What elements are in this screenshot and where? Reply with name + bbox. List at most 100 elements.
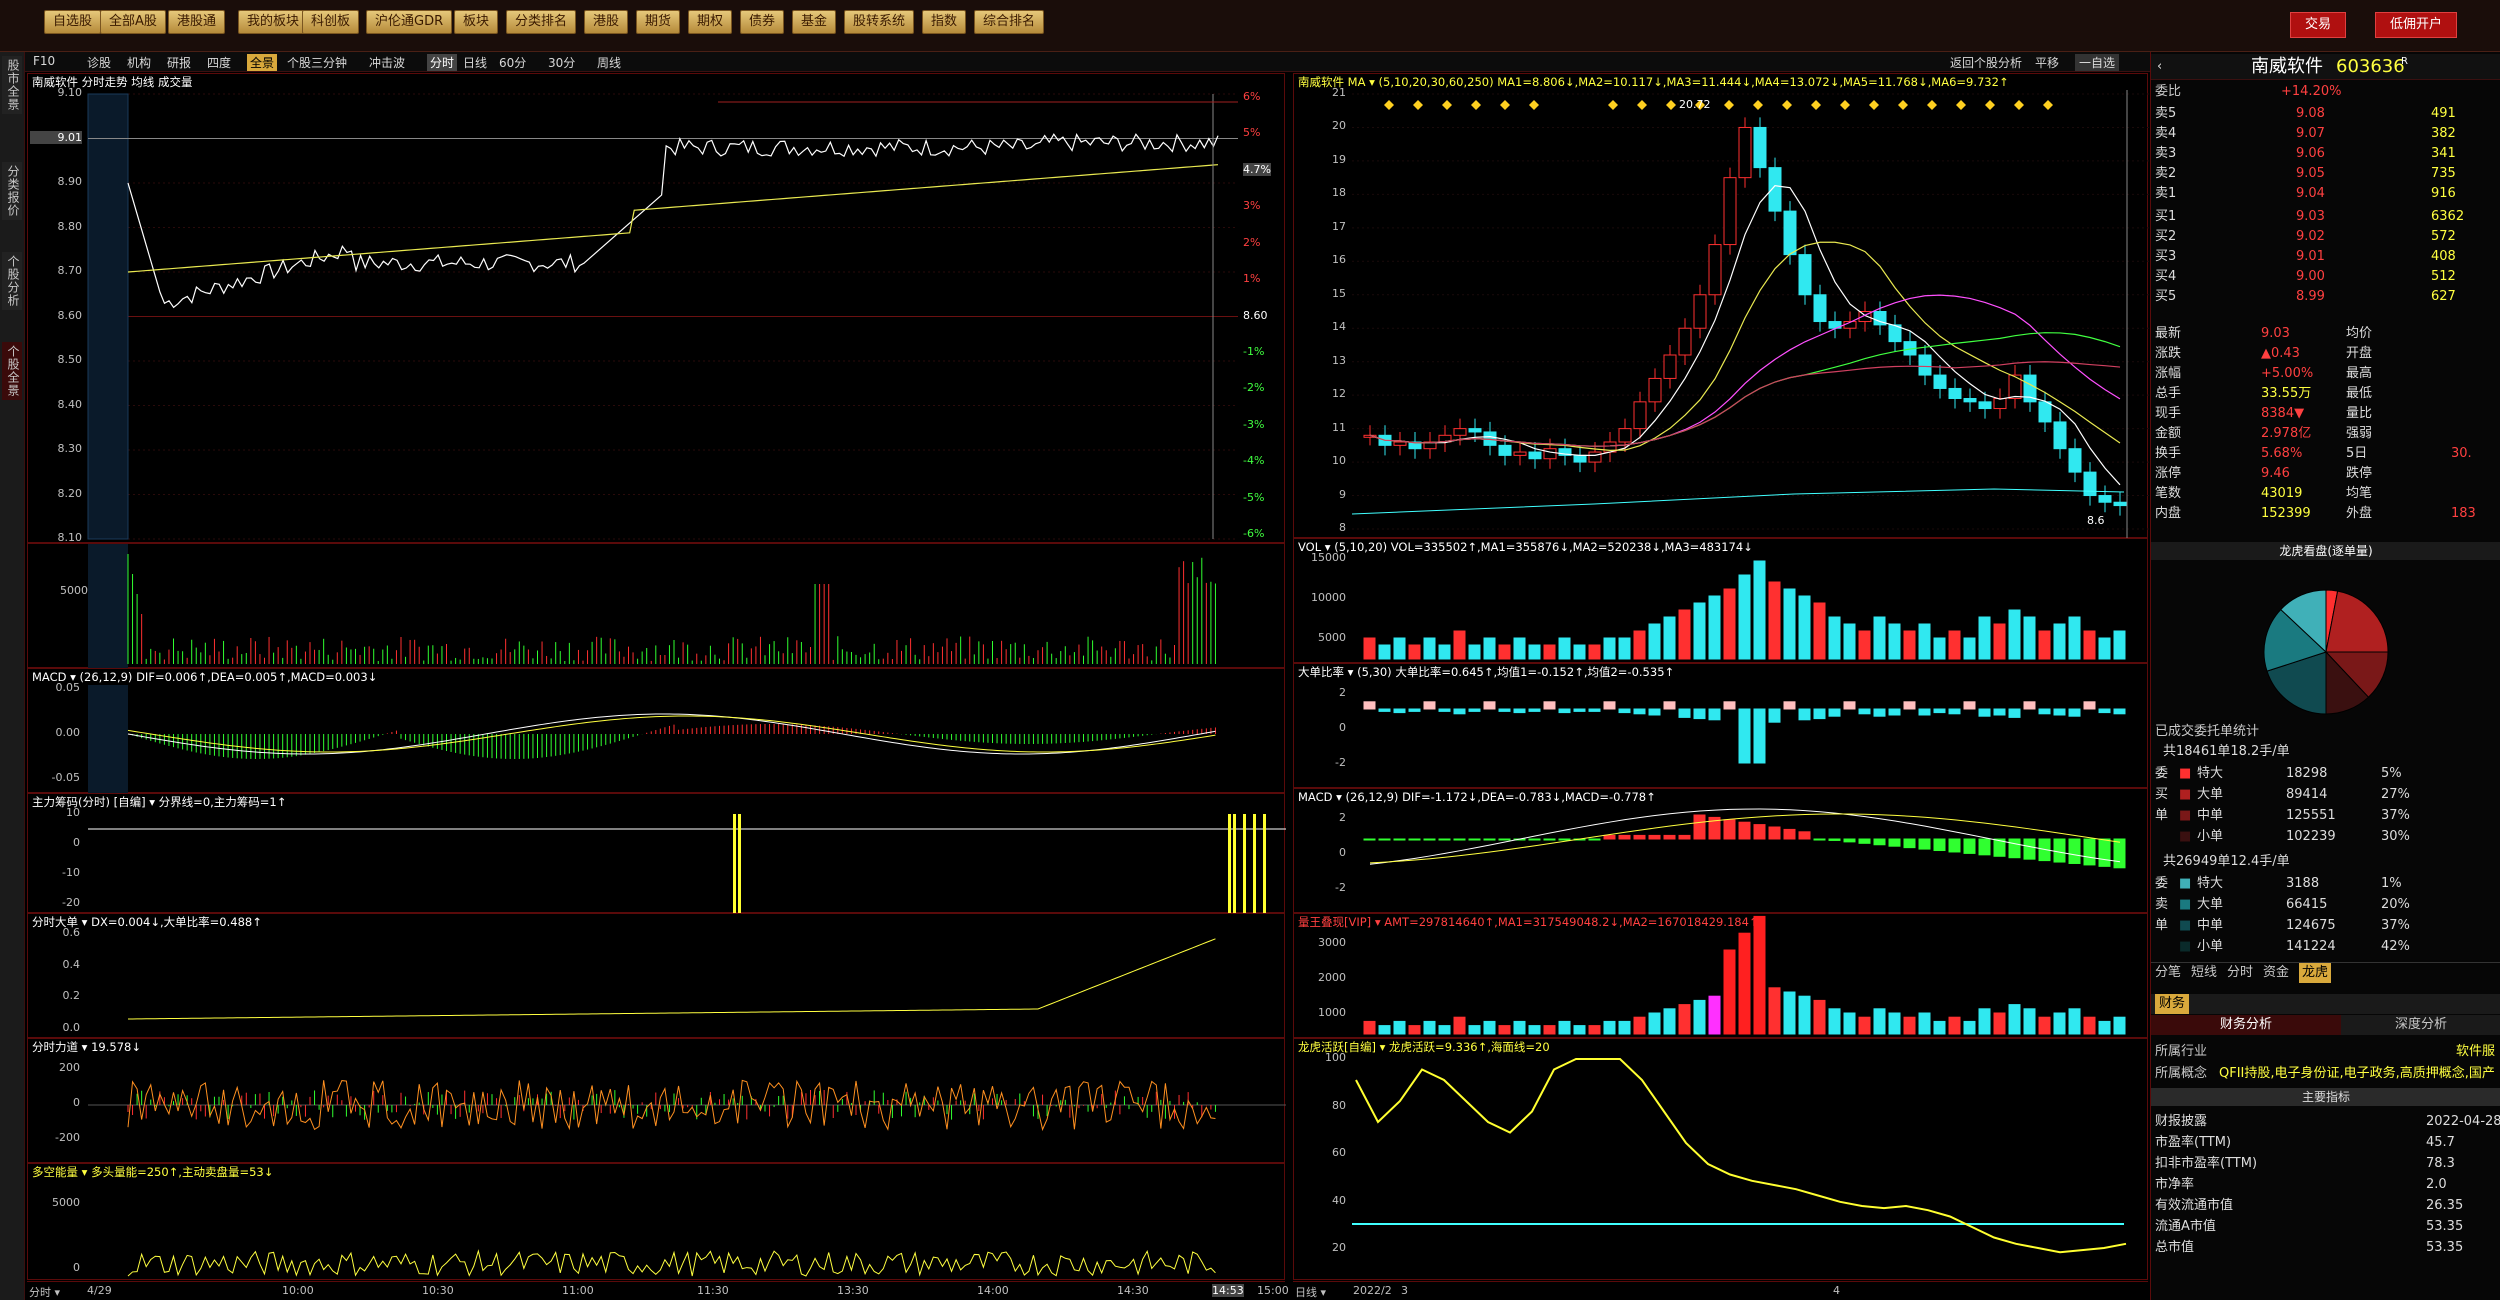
top-toolbar: 自选股 全部A股 港股通 我的板块 科创板 沪伦通GDR 板块 分类排名 港股 期货 期权 债券 基金股…	[0, 0, 2500, 52]
macd-bar	[1378, 838, 1391, 841]
period-tab[interactable]: 日线	[463, 54, 487, 71]
vtab-market-overview[interactable]: 股市全景	[2, 56, 22, 114]
main-chips-chart[interactable]	[28, 794, 1286, 914]
finance-tab[interactable]: 财务	[2155, 994, 2190, 1014]
deep-analysis-tab[interactable]: 深度分析	[2341, 1015, 2500, 1035]
chip-bar	[738, 814, 741, 914]
pan-button[interactable]: 平移	[2035, 54, 2059, 71]
toolbar-button[interactable]: 全部A股	[100, 10, 166, 34]
daily-bigorder-chart[interactable]	[1294, 664, 2149, 789]
vtab-stock-panorama[interactable]: 个股全景	[2, 342, 22, 400]
bigorder-bar	[1963, 701, 1976, 710]
volume-bar	[1468, 644, 1481, 660]
watchlist-dropdown[interactable]: 一自选	[2075, 54, 2120, 71]
ask-row-cell: 9.07	[2296, 126, 2325, 141]
bid-row-cell: 627	[2431, 289, 2456, 304]
lw-bar	[1843, 1012, 1856, 1035]
toolbar-button[interactable]: 科创板	[302, 10, 360, 34]
toolbar-button[interactable]: 期货	[636, 10, 681, 34]
daily-lw-chart[interactable]	[1294, 914, 2149, 1039]
tab-短线[interactable]: 短线	[2191, 963, 2217, 983]
toolbar-button[interactable]: 板块	[454, 10, 499, 34]
lw-bar	[1573, 1025, 1586, 1035]
axis-tick: 0	[1339, 846, 1346, 859]
vtab-stock-analysis[interactable]: 个股分析	[2, 252, 22, 310]
candle-body	[1768, 167, 1782, 212]
volume-bar	[1378, 644, 1391, 660]
subtab[interactable]: 研报	[167, 54, 191, 71]
chip-bar	[1233, 814, 1236, 914]
bid-row-cell: 买1	[2155, 209, 2177, 224]
order-row-cell: 中单	[2197, 918, 2224, 933]
order-row-cell: 大单	[2197, 897, 2224, 912]
order-row-cell: 1%	[2381, 876, 2402, 891]
subtab[interactable]: 机构	[127, 54, 151, 71]
time-label: 11:30	[697, 1284, 729, 1297]
bid-row: 买2 9.02 572	[2151, 227, 2500, 247]
order-row-cell: ■	[2179, 766, 2192, 781]
toolbar-button[interactable]: 我的板块	[238, 10, 309, 34]
time-label[interactable]: 日线 ▾	[1295, 1284, 1326, 1300]
daily-kline-chart[interactable]	[1294, 74, 2149, 539]
ask-row-cell: 卖1	[2155, 186, 2177, 201]
time-label[interactable]: 分时 ▾	[29, 1284, 60, 1300]
intraday-macd-chart[interactable]	[28, 669, 1286, 794]
subtab[interactable]: 个股三分钟	[287, 54, 347, 71]
volume-bar	[1903, 630, 1916, 660]
toolbar-button[interactable]: 期权	[688, 10, 733, 34]
subtab[interactable]: 冲击波	[369, 54, 405, 71]
period-tab[interactable]: 30分	[548, 54, 575, 71]
tab-资金[interactable]: 资金	[2263, 963, 2289, 983]
bigorder-bar	[1978, 708, 1991, 717]
toolbar-button[interactable]: 港股	[584, 10, 629, 34]
toolbar-button[interactable]: 自选股	[44, 10, 102, 34]
daily-vol-chart[interactable]	[1294, 539, 2149, 664]
daily-lh-chart[interactable]	[1294, 1039, 2149, 1281]
toolbar-button[interactable]: 股转系统	[844, 10, 915, 34]
long-energy-line	[127, 1249, 1216, 1277]
period-tab[interactable]: 60分	[499, 54, 526, 71]
tab-分笔[interactable]: 分笔	[2155, 963, 2181, 983]
force-chart[interactable]	[28, 1039, 1286, 1164]
lw-bar	[1948, 1016, 1961, 1035]
period-tab[interactable]: 分时	[427, 54, 458, 71]
period-tab[interactable]: 周线	[597, 54, 621, 71]
volume-bar	[1858, 630, 1871, 660]
tab-龙虎[interactable]: 龙虎	[2299, 963, 2332, 983]
back-to-analysis-link[interactable]: 返回个股分析	[1950, 54, 2022, 71]
toolbar-button[interactable]: 基金	[792, 10, 837, 34]
ask-row-cell: 735	[2431, 166, 2456, 181]
fin-row-cell: 2022-04-28	[2426, 1114, 2500, 1129]
subtab[interactable]: 全景	[247, 54, 278, 71]
axis-tick: -0.05	[51, 771, 80, 784]
macd-bar	[1963, 838, 1976, 854]
toolbar-button[interactable]: 港股通	[168, 10, 226, 34]
stat-row-cell: 涨幅	[2155, 366, 2182, 381]
vtab-category-quotes[interactable]: 分类报价	[2, 162, 22, 220]
daily-macd-chart[interactable]	[1294, 789, 2149, 914]
toolbar-button[interactable]: 分类排名	[506, 10, 577, 34]
intraday-volume-chart[interactable]	[28, 544, 1286, 669]
back-chevron-icon[interactable]: ‹	[2157, 54, 2162, 80]
lw-bar	[1378, 1025, 1391, 1035]
concept-label: 所属概念	[2155, 1066, 2208, 1081]
trade-button[interactable]: 交易	[2290, 12, 2347, 38]
fin-analysis-tab[interactable]: 财务分析	[2151, 1015, 2341, 1035]
open-account-button[interactable]: 低佣开户	[2375, 12, 2458, 38]
tab-分时[interactable]: 分时	[2227, 963, 2253, 983]
toolbar-button[interactable]: 债券	[740, 10, 785, 34]
stat-row-cell: 强弱	[2346, 426, 2373, 441]
volume-bar	[1813, 602, 1826, 660]
macd-bar	[1768, 826, 1781, 840]
long-short-chart[interactable]	[28, 1164, 1286, 1281]
toolbar-button[interactable]: 指数	[922, 10, 967, 34]
intraday-price-panel: 南威软件 分时走势 均线 成交量 9.10 9.01 8.90 8.80 8.70 8.6…	[27, 73, 1286, 544]
toolbar-button[interactable]: 综合排名	[974, 10, 1045, 34]
subtab[interactable]: F10	[33, 54, 55, 68]
toolbar-button[interactable]: 沪伦通GDR	[366, 10, 453, 34]
big-order-chart[interactable]	[28, 914, 1286, 1039]
price-tick: 8.90	[57, 175, 83, 188]
subtab[interactable]: 诊股	[87, 54, 111, 71]
subtab[interactable]: 四度	[207, 54, 231, 71]
intraday-chart[interactable]	[28, 74, 1286, 544]
